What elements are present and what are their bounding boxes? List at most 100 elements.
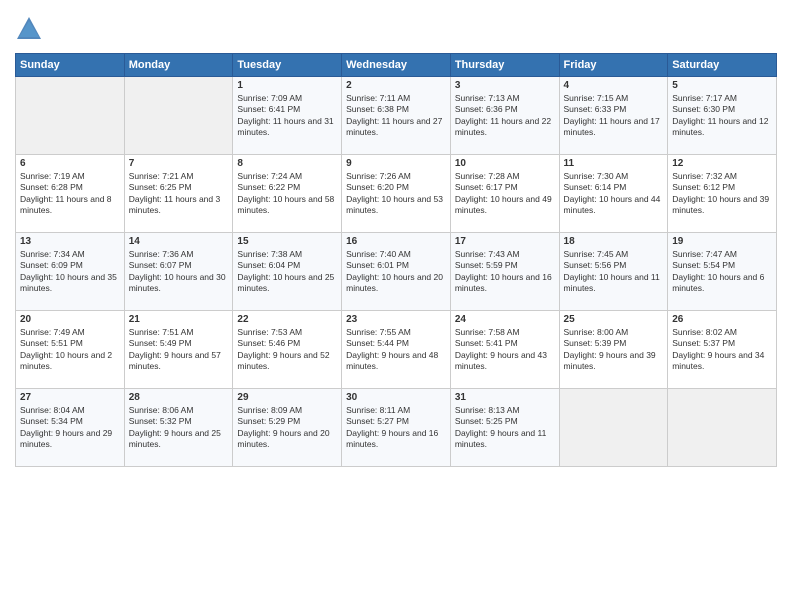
day-info: Sunrise: 8:06 AM Sunset: 5:32 PM Dayligh… — [129, 405, 229, 451]
day-info: Sunrise: 8:00 AM Sunset: 5:39 PM Dayligh… — [564, 327, 664, 373]
day-info: Sunrise: 7:17 AM Sunset: 6:30 PM Dayligh… — [672, 93, 772, 139]
calendar-page: SundayMondayTuesdayWednesdayThursdayFrid… — [0, 0, 792, 612]
calendar-cell: 29 Sunrise: 8:09 AM Sunset: 5:29 PM Dayli… — [233, 389, 342, 467]
day-number: 30 — [346, 392, 446, 403]
day-info: Sunrise: 7:55 AM Sunset: 5:44 PM Dayligh… — [346, 327, 446, 373]
header — [15, 15, 777, 43]
day-info: Sunrise: 8:11 AM Sunset: 5:27 PM Dayligh… — [346, 405, 446, 451]
calendar-cell: 17 Sunrise: 7:43 AM Sunset: 5:59 PM Dayli… — [450, 233, 559, 311]
day-number: 19 — [672, 236, 772, 247]
day-info: Sunrise: 7:47 AM Sunset: 5:54 PM Dayligh… — [672, 249, 772, 295]
calendar-week-row: 20 Sunrise: 7:49 AM Sunset: 5:51 PM Dayli… — [16, 311, 777, 389]
calendar-cell: 4 Sunrise: 7:15 AM Sunset: 6:33 PM Daylig… — [559, 77, 668, 155]
calendar-cell: 15 Sunrise: 7:38 AM Sunset: 6:04 PM Dayli… — [233, 233, 342, 311]
day-info: Sunrise: 7:28 AM Sunset: 6:17 PM Dayligh… — [455, 171, 555, 217]
calendar-cell: 28Sunrise: 8:06 AM Sunset: 5:32 PM Dayli… — [124, 389, 233, 467]
calendar-week-row: 27Sunrise: 8:04 AM Sunset: 5:34 PM Dayli… — [16, 389, 777, 467]
day-info: Sunrise: 7:43 AM Sunset: 5:59 PM Dayligh… — [455, 249, 555, 295]
calendar-cell: 6 Sunrise: 7:19 AM Sunset: 6:28 PM Daylig… — [16, 155, 125, 233]
day-number: 18 — [564, 236, 664, 247]
day-number: 23 — [346, 314, 446, 325]
day-number: 29 — [237, 392, 337, 403]
day-number: 7 — [129, 158, 229, 169]
day-number: 1 — [237, 80, 337, 91]
weekday-header-row: SundayMondayTuesdayWednesdayThursdayFrid… — [16, 54, 777, 77]
day-number: 31 — [455, 392, 555, 403]
day-number: 16 — [346, 236, 446, 247]
calendar-cell: 11 Sunrise: 7:30 AM Sunset: 6:14 PM Dayli… — [559, 155, 668, 233]
calendar-week-row: 6 Sunrise: 7:19 AM Sunset: 6:28 PM Daylig… — [16, 155, 777, 233]
day-number: 13 — [20, 236, 120, 247]
day-info: Sunrise: 7:09 AM Sunset: 6:41 PM Dayligh… — [237, 93, 337, 139]
day-info: Sunrise: 7:11 AM Sunset: 6:38 PM Dayligh… — [346, 93, 446, 139]
calendar-cell — [559, 389, 668, 467]
day-number: 21 — [129, 314, 229, 325]
day-info: Sunrise: 7:19 AM Sunset: 6:28 PM Dayligh… — [20, 171, 120, 217]
calendar-cell — [668, 389, 777, 467]
calendar-cell: 9Sunrise: 7:26 AM Sunset: 6:20 PM Daylig… — [342, 155, 451, 233]
day-info: Sunrise: 7:58 AM Sunset: 5:41 PM Dayligh… — [455, 327, 555, 373]
day-number: 25 — [564, 314, 664, 325]
day-info: Sunrise: 7:51 AM Sunset: 5:49 PM Dayligh… — [129, 327, 229, 373]
calendar-cell: 24 Sunrise: 7:58 AM Sunset: 5:41 PM Dayli… — [450, 311, 559, 389]
calendar-cell: 8Sunrise: 7:24 AM Sunset: 6:22 PM Daylig… — [233, 155, 342, 233]
day-info: Sunrise: 8:04 AM Sunset: 5:34 PM Dayligh… — [20, 405, 120, 451]
calendar-cell: 7Sunrise: 7:21 AM Sunset: 6:25 PM Daylig… — [124, 155, 233, 233]
day-number: 22 — [237, 314, 337, 325]
day-number: 15 — [237, 236, 337, 247]
calendar-cell — [124, 77, 233, 155]
weekday-header-friday: Friday — [559, 54, 668, 77]
calendar-cell: 20 Sunrise: 7:49 AM Sunset: 5:51 PM Dayli… — [16, 311, 125, 389]
day-info: Sunrise: 7:45 AM Sunset: 5:56 PM Dayligh… — [564, 249, 664, 295]
day-number: 11 — [564, 158, 664, 169]
calendar-cell: 18 Sunrise: 7:45 AM Sunset: 5:56 PM Dayli… — [559, 233, 668, 311]
day-info: Sunrise: 7:32 AM Sunset: 6:12 PM Dayligh… — [672, 171, 772, 217]
weekday-header-saturday: Saturday — [668, 54, 777, 77]
calendar-cell: 21 Sunrise: 7:51 AM Sunset: 5:49 PM Dayli… — [124, 311, 233, 389]
day-number: 24 — [455, 314, 555, 325]
day-info: Sunrise: 7:40 AM Sunset: 6:01 PM Dayligh… — [346, 249, 446, 295]
day-info: Sunrise: 7:30 AM Sunset: 6:14 PM Dayligh… — [564, 171, 664, 217]
calendar-cell: 2 Sunrise: 7:11 AM Sunset: 6:38 PM Daylig… — [342, 77, 451, 155]
weekday-header-sunday: Sunday — [16, 54, 125, 77]
day-number: 17 — [455, 236, 555, 247]
day-info: Sunrise: 7:34 AM Sunset: 6:09 PM Dayligh… — [20, 249, 120, 295]
logo-icon — [15, 15, 43, 43]
calendar-cell: 19 Sunrise: 7:47 AM Sunset: 5:54 PM Dayli… — [668, 233, 777, 311]
calendar-cell: 31Sunrise: 8:13 AM Sunset: 5:25 PM Dayli… — [450, 389, 559, 467]
calendar-cell: 27Sunrise: 8:04 AM Sunset: 5:34 PM Dayli… — [16, 389, 125, 467]
calendar-cell: 13 Sunrise: 7:34 AM Sunset: 6:09 PM Dayli… — [16, 233, 125, 311]
calendar-cell: 5 Sunrise: 7:17 AM Sunset: 6:30 PM Daylig… — [668, 77, 777, 155]
day-info: Sunrise: 8:02 AM Sunset: 5:37 PM Dayligh… — [672, 327, 772, 373]
day-number: 10 — [455, 158, 555, 169]
calendar-cell: 25 Sunrise: 8:00 AM Sunset: 5:39 PM Dayli… — [559, 311, 668, 389]
day-info: Sunrise: 8:09 AM Sunset: 5:29 PM Dayligh… — [237, 405, 337, 451]
day-number: 14 — [129, 236, 229, 247]
day-number: 20 — [20, 314, 120, 325]
day-info: Sunrise: 7:15 AM Sunset: 6:33 PM Dayligh… — [564, 93, 664, 139]
calendar-week-row: 13 Sunrise: 7:34 AM Sunset: 6:09 PM Dayli… — [16, 233, 777, 311]
calendar-cell — [16, 77, 125, 155]
calendar-cell: 23 Sunrise: 7:55 AM Sunset: 5:44 PM Dayli… — [342, 311, 451, 389]
weekday-header-thursday: Thursday — [450, 54, 559, 77]
day-number: 2 — [346, 80, 446, 91]
day-info: Sunrise: 7:13 AM Sunset: 6:36 PM Dayligh… — [455, 93, 555, 139]
calendar-cell: 26 Sunrise: 8:02 AM Sunset: 5:37 PM Dayli… — [668, 311, 777, 389]
day-number: 5 — [672, 80, 772, 91]
day-number: 26 — [672, 314, 772, 325]
weekday-header-wednesday: Wednesday — [342, 54, 451, 77]
day-info: Sunrise: 7:49 AM Sunset: 5:51 PM Dayligh… — [20, 327, 120, 373]
calendar-cell: 12Sunrise: 7:32 AM Sunset: 6:12 PM Dayli… — [668, 155, 777, 233]
weekday-header-monday: Monday — [124, 54, 233, 77]
calendar-cell: 1 Sunrise: 7:09 AM Sunset: 6:41 PM Daylig… — [233, 77, 342, 155]
day-number: 4 — [564, 80, 664, 91]
calendar-cell: 16 Sunrise: 7:40 AM Sunset: 6:01 PM Dayli… — [342, 233, 451, 311]
day-info: Sunrise: 7:53 AM Sunset: 5:46 PM Dayligh… — [237, 327, 337, 373]
day-number: 6 — [20, 158, 120, 169]
calendar-cell: 3Sunrise: 7:13 AM Sunset: 6:36 PM Daylig… — [450, 77, 559, 155]
day-number: 8 — [237, 158, 337, 169]
day-info: Sunrise: 7:38 AM Sunset: 6:04 PM Dayligh… — [237, 249, 337, 295]
calendar-cell: 10 Sunrise: 7:28 AM Sunset: 6:17 PM Dayli… — [450, 155, 559, 233]
day-info: Sunrise: 7:36 AM Sunset: 6:07 PM Dayligh… — [129, 249, 229, 295]
logo — [15, 15, 45, 43]
